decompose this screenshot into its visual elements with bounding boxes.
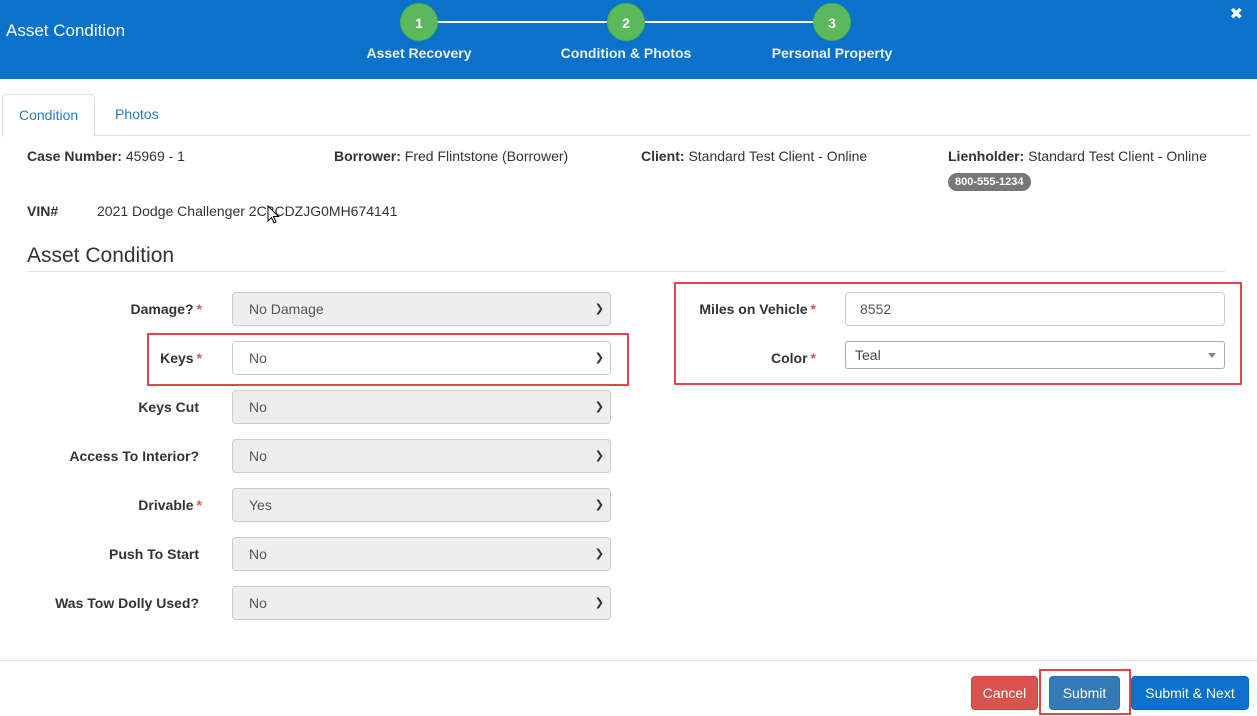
damage-label: Damage? * — [130, 301, 202, 317]
keys-cut-label: Keys Cut — [138, 399, 199, 415]
drivable-label: Drivable * — [138, 497, 202, 513]
step-asset-recovery[interactable]: 1 Asset Recovery — [339, 3, 499, 61]
highlight-miles-color — [674, 282, 1242, 385]
case-number-value: 45969 - 1 — [125, 148, 185, 164]
chevron-down-icon: ❯ — [594, 303, 604, 315]
keys-cut-select[interactable]: No ❯ — [232, 390, 611, 424]
step-number: 3 — [813, 3, 851, 41]
step-personal-property[interactable]: 3 Personal Property — [752, 3, 912, 61]
cancel-button[interactable]: Cancel — [971, 676, 1038, 710]
push-to-start-select[interactable]: No ❯ — [232, 537, 611, 571]
tow-dolly-label: Was Tow Dolly Used? — [55, 595, 199, 611]
client: Client: Standard Test Client - Online — [641, 148, 867, 164]
modal-title: Asset Condition — [6, 21, 126, 40]
section-title: Asset Condition — [27, 244, 175, 267]
step-number: 2 — [607, 3, 645, 41]
step-label: Condition & Photos — [560, 45, 692, 61]
submit-button[interactable]: Submit — [1049, 676, 1120, 710]
step-condition-photos[interactable]: 2 Condition & Photos — [546, 3, 706, 61]
lienholder-phone-badge: 800-555-1234 — [948, 173, 1031, 191]
client-value: Standard Test Client - Online — [688, 148, 868, 164]
vin-label: VIN# — [27, 203, 59, 219]
tab-photos[interactable]: Photos — [99, 94, 175, 136]
borrower-value: Fred Flintstone (Borrower) — [404, 148, 569, 164]
access-interior-label: Access To Interior? — [69, 448, 199, 464]
borrower-label: Borrower: — [334, 148, 401, 164]
borrower: Borrower: Fred Flintstone (Borrower) — [334, 148, 568, 164]
chevron-down-icon: ❯ — [594, 597, 604, 609]
client-label: Client: — [641, 148, 685, 164]
tow-dolly-select[interactable]: No ❯ — [232, 586, 611, 620]
damage-select[interactable]: No Damage ❯ — [232, 292, 611, 326]
lienholder-value: Standard Test Client - Online — [1028, 148, 1207, 164]
chevron-down-icon: ❯ — [594, 548, 604, 560]
mouse-cursor-icon — [267, 205, 280, 224]
section-divider — [27, 271, 1225, 272]
chevron-down-icon: ❯ — [594, 401, 604, 413]
vin-value: 2021 Dodge Challenger 2C3CDZJG0MH674141 — [97, 203, 398, 219]
modal-header: Asset Condition 1 Asset Recovery 2 Condi… — [0, 0, 1257, 79]
step-number: 1 — [400, 3, 438, 41]
highlight-keys — [147, 333, 629, 386]
chevron-down-icon: ❯ — [594, 499, 604, 511]
lienholder-label: Lienholder: — [948, 148, 1025, 164]
close-icon[interactable]: ✖ — [1230, 4, 1243, 24]
tab-condition[interactable]: Condition — [2, 94, 96, 137]
push-to-start-label: Push To Start — [109, 546, 199, 562]
step-label: Personal Property — [771, 45, 893, 61]
drivable-select[interactable]: Yes ❯ — [232, 488, 611, 522]
footer-divider — [0, 660, 1257, 661]
case-number-label: Case Number: — [27, 148, 122, 164]
case-number: Case Number: 45969 - 1 — [27, 148, 185, 164]
lienholder: Lienholder: Standard Test Client - Onlin… — [948, 148, 1207, 164]
chevron-down-icon: ❯ — [594, 450, 604, 462]
submit-next-button[interactable]: Submit & Next — [1131, 676, 1249, 710]
access-interior-select[interactable]: No ❯ — [232, 439, 611, 473]
tab-bar: Condition Photos — [2, 94, 1250, 137]
step-label: Asset Recovery — [366, 45, 472, 61]
